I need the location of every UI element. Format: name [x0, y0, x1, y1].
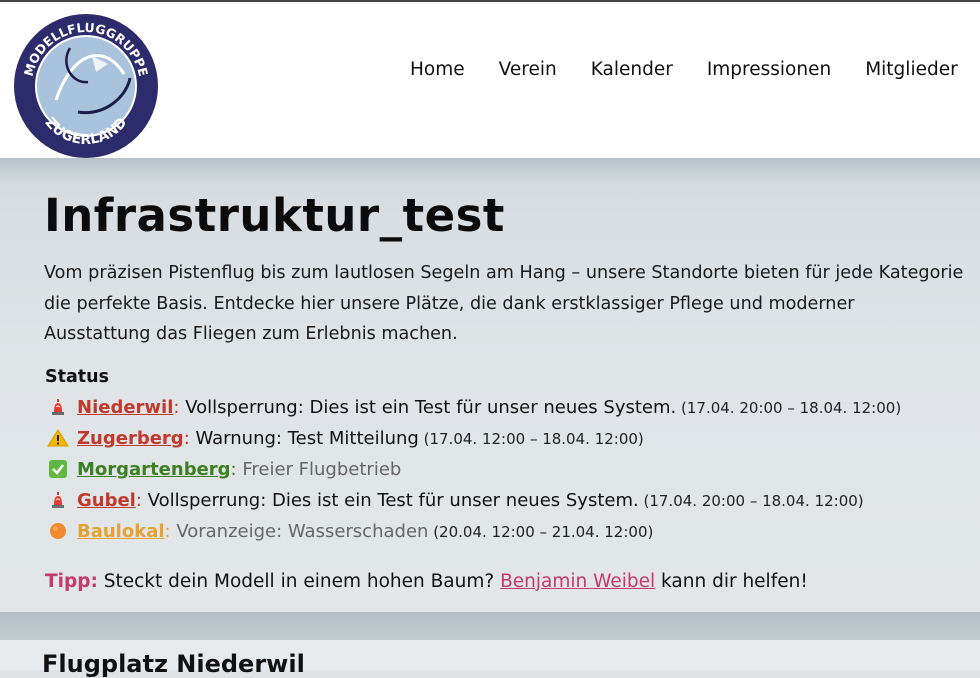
status-message: Vollsperrung: Dies ist ein Test für unse…: [141, 490, 639, 511]
status-time: (17.04. 20:00 – 18.04. 12:00): [676, 399, 902, 417]
site-header: MODELLFLUGGRUPPE ZUGERLAND Home Verein Kal…: [0, 2, 980, 158]
location-link-zugerberg[interactable]: Zugerberg: [77, 428, 184, 449]
section-heading-flugplatz-niederwil: Flugplatz Niederwil: [42, 650, 305, 678]
tipp-label: Tipp:: [45, 571, 98, 592]
nav-mitglieder[interactable]: Mitglieder: [865, 59, 958, 80]
status-time: (17.04. 12:00 – 18.04. 12:00): [418, 430, 644, 448]
tipp-text-after: kann dir helfen!: [655, 571, 808, 592]
section-divider-band: [0, 612, 980, 640]
status-row-morgartenberg: Morgartenberg: Freier Flugbetrieb: [47, 454, 977, 485]
orange-circle-icon: [50, 523, 66, 539]
location-link-niederwil[interactable]: Niederwil: [77, 397, 173, 418]
siren-icon: [52, 399, 64, 415]
siren-icon: [52, 492, 64, 508]
intro-text: Vom präzisen Pistenflug bis zum lautlose…: [44, 263, 964, 344]
location-link-gubel[interactable]: Gubel: [77, 490, 136, 511]
status-time: (17.04. 20:00 – 18.04. 12:00): [638, 492, 864, 510]
status-message: Freier Flugbetrieb: [236, 459, 402, 480]
main-navigation: Home Verein Kalender Impressionen Mitglieder: [410, 59, 980, 80]
status-message: Voranzeige: Wasserschaden: [170, 521, 429, 542]
page-title: Infrastruktur_test: [44, 189, 505, 242]
status-row-niederwil: Niederwil: Vollsperrung: Dies ist ein Te…: [47, 392, 977, 423]
nav-kalender[interactable]: Kalender: [591, 59, 673, 80]
check-icon: [49, 460, 67, 478]
header-shadow-band: [0, 158, 980, 184]
club-logo[interactable]: MODELLFLUGGRUPPE ZUGERLAND: [12, 12, 160, 160]
status-message: Warnung: Test Mitteilung: [189, 428, 419, 449]
tipp-paragraph: Tipp: Steckt dein Modell in einem hohen …: [45, 571, 808, 592]
tipp-contact-link[interactable]: Benjamin Weibel: [500, 571, 655, 592]
status-list: Niederwil: Vollsperrung: Dies ist ein Te…: [47, 392, 977, 547]
status-message: Vollsperrung: Dies ist ein Test für unse…: [179, 397, 677, 418]
location-link-morgartenberg[interactable]: Morgartenberg: [77, 459, 231, 480]
main-content: Infrastruktur_test Vom präzisen Pistenfl…: [0, 184, 980, 612]
nav-home[interactable]: Home: [410, 59, 465, 80]
status-row-gubel: Gubel: Vollsperrung: Dies ist ein Test f…: [47, 485, 977, 516]
nav-impressionen[interactable]: Impressionen: [707, 59, 831, 80]
status-time: (20.04. 12:00 – 21.04. 12:00): [428, 523, 654, 541]
status-row-baulokal: Baulokal: Voranzeige: Wasserschaden (20.…: [47, 516, 977, 547]
warning-icon: [47, 429, 69, 447]
status-row-zugerberg: Zugerberg: Warnung: Test Mitteilung (17.…: [47, 423, 977, 454]
location-link-baulokal[interactable]: Baulokal: [77, 521, 165, 542]
tipp-text-before: Steckt dein Modell in einem hohen Baum?: [97, 571, 501, 592]
nav-verein[interactable]: Verein: [499, 59, 557, 80]
status-heading: Status: [45, 367, 110, 387]
